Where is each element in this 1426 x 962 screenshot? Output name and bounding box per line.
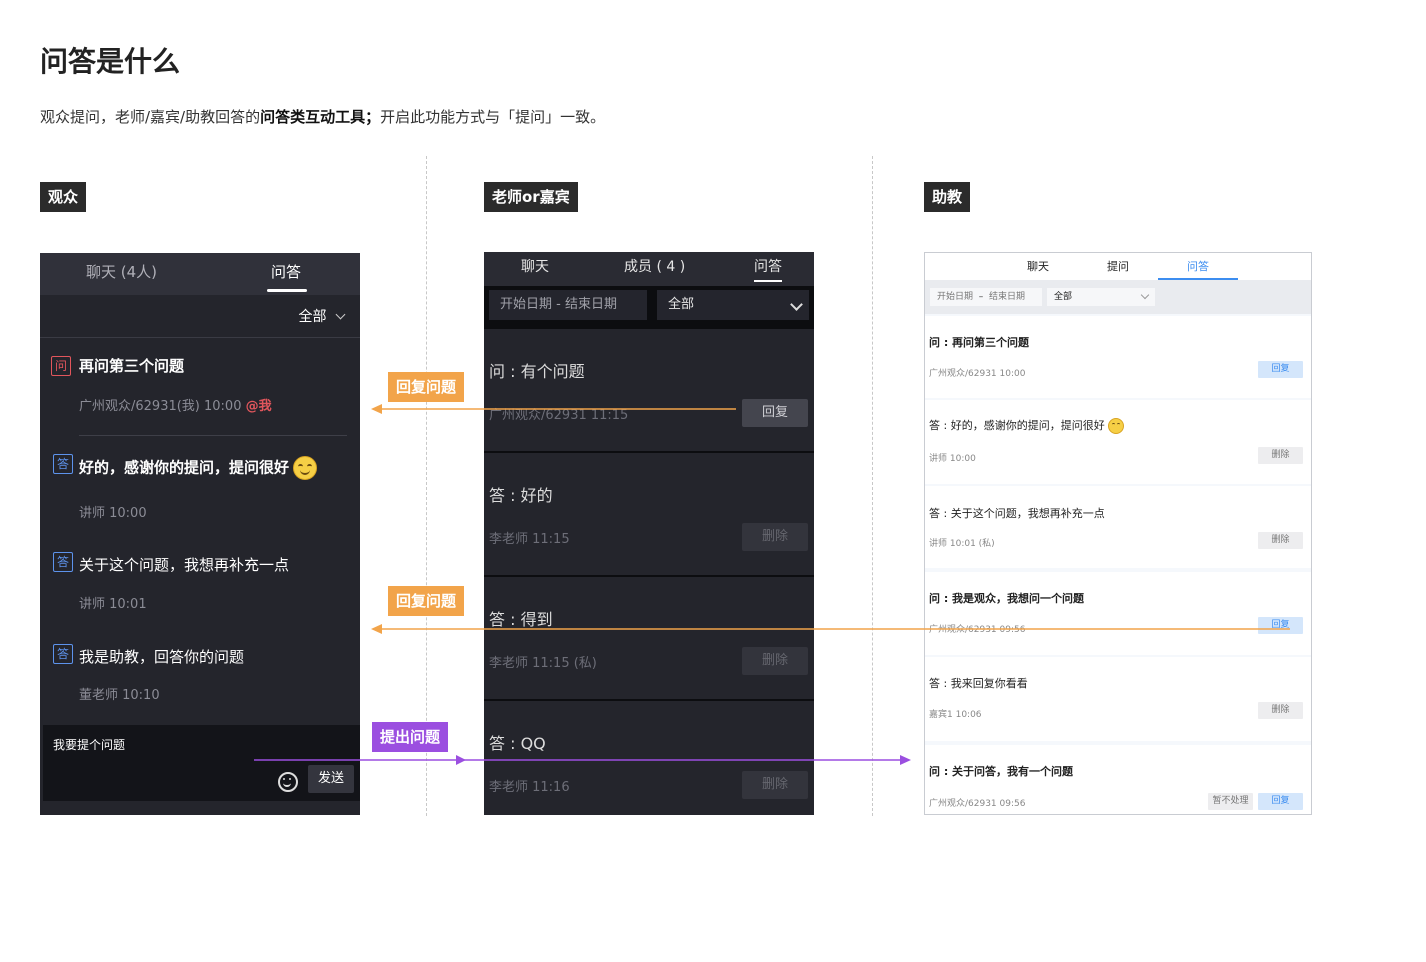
date-range-picker[interactable]: 开始日期 – 结束日期 [930, 288, 1042, 306]
delete-button[interactable]: 删除 [1258, 532, 1303, 549]
separator [79, 435, 347, 436]
qa-text: 答 : 得到 [489, 610, 553, 629]
qa-card: 答 : 好的，感谢你的提问，提问很好 讲师 10:00 删除 [925, 400, 1311, 484]
emoji-icon[interactable] [278, 772, 298, 792]
input-placeholder: 我要提个问题 [53, 738, 126, 752]
filter-dropdown[interactable]: 全部 [657, 290, 809, 320]
tab-underline [267, 289, 307, 292]
qa-meta: 李老师 11:15 [489, 532, 570, 547]
ignore-button[interactable]: 暂不处理 [1208, 793, 1253, 810]
callout-reply: 回复问题 [388, 586, 465, 616]
delete-button[interactable]: 删除 [1258, 447, 1303, 464]
qa-text: 问 : 关于问答，我有一个问题 [929, 765, 1074, 778]
qa-card: 问 : 关于问答，我有一个问题 广州观众/62931 09:56 暂不处理 回复 [925, 745, 1311, 814]
answer-meta: 讲师 10:01 [79, 597, 147, 612]
qa-card: 答 : 好的 李老师 11:15 删除 [484, 453, 814, 575]
reply-button[interactable]: 回复 [1258, 617, 1303, 634]
smile-emoji-icon [293, 456, 318, 480]
qa-meta: 广州观众/62931 10:00 [929, 369, 1026, 379]
send-button[interactable]: 发送 [308, 765, 354, 793]
qa-text: 答 : 好的 [489, 486, 553, 505]
intro-text: 观众提问，老师/嘉宾/助教回答的问答类互动工具；开启此功能方式与「提问」一致。 [40, 108, 606, 126]
answer-text: 关于这个问题，我想再补充一点 [79, 556, 290, 574]
tab-underline [754, 280, 782, 282]
answer-text: 我是助教，回答你的问题 [79, 648, 245, 666]
answer-badge-icon: 答 [53, 552, 73, 572]
answer-text: 好的，感谢你的提问，提问很好 [79, 456, 318, 480]
qa-text: 答 : QQ [489, 734, 546, 753]
tab-qa[interactable]: 问答 [1187, 258, 1209, 274]
qa-card: 答 : 得到 李老师 11:15 (私) 删除 [484, 577, 814, 699]
tab-members[interactable]: 成员 ( 4 ) [624, 256, 685, 276]
tab-bar: 聊天 (4人) 问答 [40, 253, 360, 295]
qa-meta: 讲师 10:01 (私) [929, 539, 995, 549]
qa-meta: 李老师 11:16 [489, 780, 570, 795]
qa-meta: 广州观众/62931 09:56 [929, 625, 1026, 635]
question-meta: 广州观众/62931(我) 10:00 @我 [79, 399, 272, 414]
filter-dropdown[interactable]: 全部 [1047, 288, 1155, 306]
tab-qa[interactable]: 问答 [271, 261, 301, 282]
tab-qa[interactable]: 问答 [754, 256, 782, 276]
qa-card: 答 : QQ 李老师 11:16 删除 [484, 701, 814, 815]
callout-ask: 提出问题 [372, 722, 449, 752]
qa-text: 问 : 我是观众，我想问一个问题 [929, 592, 1085, 605]
delete-button[interactable]: 删除 [1258, 702, 1303, 719]
filter-row: 开始日期 – 结束日期 全部 [925, 280, 1311, 314]
qa-card: 问 : 我是观众，我想问一个问题 广州观众/62931 09:56 回复 [925, 572, 1311, 655]
qa-card: 答 : 我来回复你看看 嘉宾1 10:06 删除 [925, 657, 1311, 741]
qa-card: 问 : 有个问题 广州观众/62931 11:15 回复 [484, 329, 814, 451]
reply-button[interactable]: 回复 [742, 399, 808, 427]
chevron-down-icon [335, 309, 346, 320]
tab-chat[interactable]: 聊天 [521, 256, 549, 276]
delete-button[interactable]: 删除 [742, 647, 808, 675]
divider [426, 156, 427, 816]
question-input[interactable]: 我要提个问题 发送 [43, 725, 360, 801]
assistant-panel: 聊天 提问 问答 开始日期 – 结束日期 全部 问 : 再问第三个问题 广州观众… [924, 252, 1312, 815]
qa-card: 问 : 再问第三个问题 广州观众/62931 10:00 回复 [925, 316, 1311, 398]
qa-text: 答 : 我来回复你看看 [929, 677, 1028, 690]
separator [40, 337, 360, 338]
delete-button[interactable]: 删除 [742, 523, 808, 551]
qa-text: 问 : 有个问题 [489, 362, 585, 381]
tab-questions[interactable]: 提问 [1107, 258, 1129, 274]
section-label-teacher: 老师or嘉宾 [484, 182, 578, 212]
mention-tag: @我 [245, 399, 272, 414]
callout-reply: 回复问题 [388, 372, 465, 402]
reply-button[interactable]: 回复 [1258, 793, 1303, 810]
tab-chat[interactable]: 聊天 [1027, 258, 1049, 274]
filter-dropdown[interactable]: 全部 [299, 306, 348, 326]
answer-badge-icon: 答 [53, 644, 73, 664]
page-title: 问答是什么 [40, 45, 181, 78]
tab-chat[interactable]: 聊天 (4人) [86, 261, 157, 282]
teacher-panel: 聊天 成员 ( 4 ) 问答 开始日期 - 结束日期 全部 问 : 有个问题 广… [484, 252, 814, 815]
question-text: 再问第三个问题 [79, 357, 185, 375]
smile-emoji-icon [1107, 418, 1124, 434]
reply-button[interactable]: 回复 [1258, 361, 1303, 378]
qa-meta: 嘉宾1 10:06 [929, 710, 982, 720]
answer-meta: 讲师 10:00 [79, 506, 147, 521]
answer-badge-icon: 答 [53, 454, 73, 474]
qa-text: 答 : 好的，感谢你的提问，提问很好 [929, 417, 1124, 434]
divider [872, 156, 873, 816]
tab-bar: 聊天 成员 ( 4 ) 问答 [484, 252, 814, 286]
qa-meta: 讲师 10:00 [929, 454, 976, 464]
qa-meta: 李老师 11:15 (私) [489, 656, 597, 671]
qa-meta: 广州观众/62931 09:56 [929, 799, 1026, 809]
qa-card: 答 : 关于这个问题，我想再补充一点 讲师 10:01 (私) 删除 [925, 486, 1311, 568]
qa-text: 答 : 关于这个问题，我想再补充一点 [929, 507, 1105, 520]
audience-panel: 聊天 (4人) 问答 全部 问 再问第三个问题 广州观众/62931(我) 10… [40, 253, 360, 815]
date-range-picker[interactable]: 开始日期 - 结束日期 [489, 290, 647, 320]
chevron-down-icon [790, 298, 803, 311]
answer-meta: 董老师 10:10 [79, 688, 160, 703]
question-badge-icon: 问 [51, 356, 71, 376]
delete-button[interactable]: 删除 [742, 771, 808, 799]
tab-bar: 聊天 提问 问答 [925, 253, 1311, 280]
chevron-down-icon [1140, 290, 1150, 300]
section-label-assistant: 助教 [924, 182, 971, 212]
section-label-audience: 观众 [40, 182, 87, 212]
qa-text: 问 : 再问第三个问题 [929, 336, 1030, 349]
qa-meta: 广州观众/62931 11:15 [489, 408, 629, 423]
